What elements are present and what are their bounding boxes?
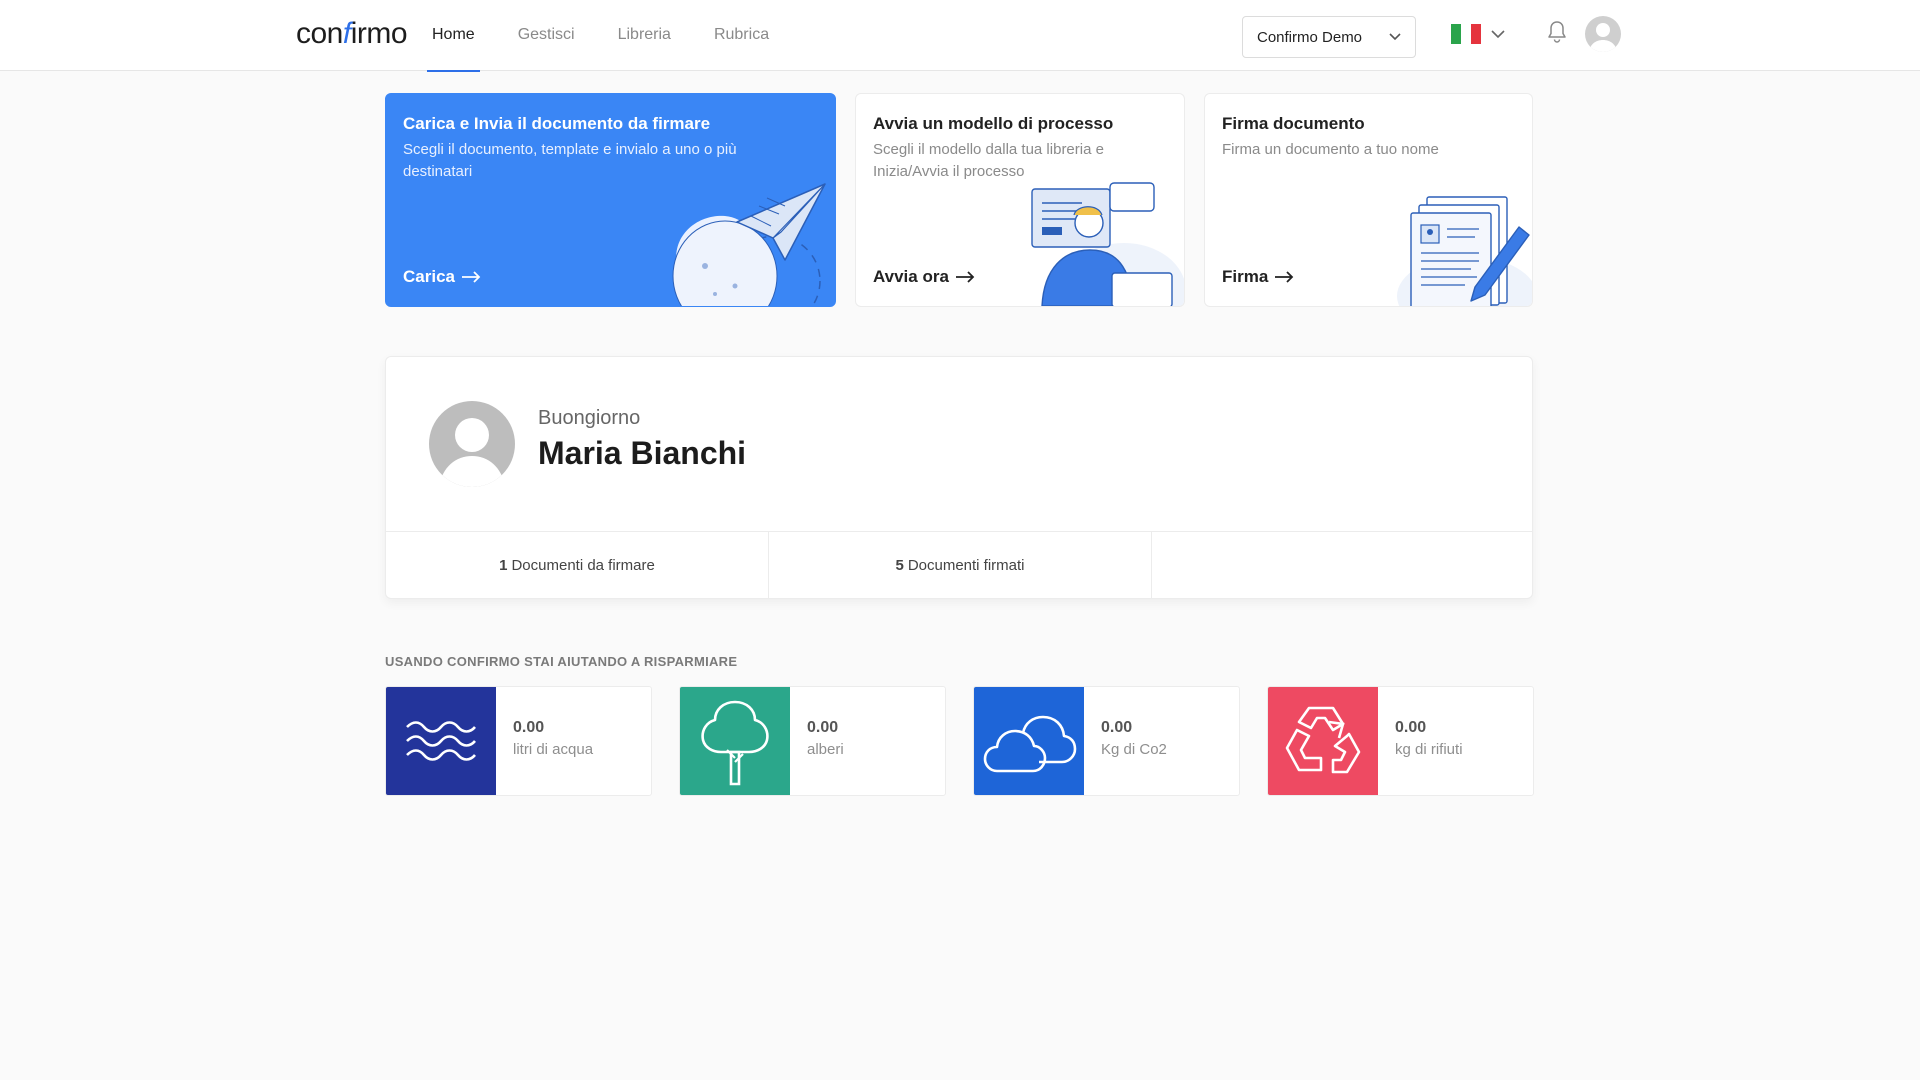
nav-home[interactable]: Home xyxy=(427,0,480,72)
italy-flag-icon xyxy=(1451,24,1481,44)
user-avatar xyxy=(429,401,515,487)
start-process-button[interactable]: Avvia ora xyxy=(873,267,975,287)
saving-value: 0.00 xyxy=(513,719,545,736)
documents-signed[interactable]: 5 Documenti firmati xyxy=(769,532,1152,599)
card-description: Scegli il modello dalla tua libreria e I… xyxy=(873,141,1104,180)
saving-label: Kg di Co2 xyxy=(1101,741,1167,758)
water-tile xyxy=(386,687,496,795)
cloud-icon xyxy=(983,715,1077,773)
card-title: Avvia un modello di processo xyxy=(873,114,1114,133)
recycle-icon xyxy=(1285,706,1361,774)
account-select-value: Confirmo Demo xyxy=(1257,28,1363,46)
paper-plane-illustration xyxy=(672,183,826,306)
card-description: Firma un documento a tuo nome xyxy=(1222,141,1439,158)
sign-button[interactable]: Firma xyxy=(1222,267,1294,287)
documents-to-sign[interactable]: 1 Documenti da firmare xyxy=(386,532,769,599)
nav-rubrica[interactable]: Rubrica xyxy=(709,0,774,71)
upload-button[interactable]: Carica xyxy=(403,267,481,287)
account-select[interactable]: Confirmo Demo xyxy=(1242,16,1416,58)
co2-saving-card: 0.00 Kg di Co2 xyxy=(973,686,1240,796)
person-laptop-illustration xyxy=(1031,182,1184,306)
chevron-down-icon xyxy=(1491,29,1505,38)
card-title: Carica e Invia il documento da firmare xyxy=(403,114,711,133)
tree-icon xyxy=(701,700,769,786)
arrow-right-icon xyxy=(1275,271,1294,283)
saving-label: litri di acqua xyxy=(513,741,594,758)
savings-heading: USANDO CONFIRMO STAI AIUTANDO A RISPARMI… xyxy=(385,654,738,669)
cloud-tile xyxy=(974,687,1084,795)
saving-value: 0.00 xyxy=(1395,719,1427,736)
sign-document-card[interactable]: Firma documento Firma un documento a tuo… xyxy=(1204,93,1533,307)
user-avatar[interactable] xyxy=(1585,16,1621,52)
greeting-panel: Buongiorno Maria Bianchi 1 Documenti da … xyxy=(385,356,1533,599)
user-silhouette-icon xyxy=(439,418,505,487)
nav-gestisci[interactable]: Gestisci xyxy=(513,0,580,71)
water-saving-card: 0.00 litri di acqua xyxy=(385,686,652,796)
tree-tile xyxy=(680,687,790,795)
saving-label: kg di rifiuti xyxy=(1395,741,1463,758)
bell-icon[interactable] xyxy=(1546,20,1568,44)
arrow-right-icon xyxy=(955,271,975,283)
user-name: Maria Bianchi xyxy=(538,435,747,471)
document-stats: 1 Documenti da firmare 5 Documenti firma… xyxy=(386,531,1532,599)
saving-value: 0.00 xyxy=(1101,719,1133,736)
document-pen-illustration xyxy=(1397,196,1532,306)
nav-libreria[interactable]: Libreria xyxy=(613,0,676,71)
user-silhouette-icon xyxy=(1589,23,1617,52)
saving-label: alberi xyxy=(807,741,844,758)
waste-saving-card: 0.00 kg di rifiuti xyxy=(1267,686,1534,796)
upload-card[interactable]: Carica e Invia il documento da firmare S… xyxy=(385,93,836,307)
language-select[interactable] xyxy=(1451,24,1505,44)
confirmo-logo[interactable]: con f irmo xyxy=(296,14,408,54)
tree-saving-card: 0.00 alberi xyxy=(679,686,946,796)
process-model-card[interactable]: Avvia un modello di processo Scegli il m… xyxy=(855,93,1185,307)
saving-value: 0.00 xyxy=(807,719,839,736)
top-navbar: con f irmo Home Gestisci Libreria Rubrica … xyxy=(0,0,1920,72)
card-title: Firma documento xyxy=(1222,114,1365,133)
recycle-tile xyxy=(1268,687,1378,795)
greeting-text: Buongiorno xyxy=(538,407,641,429)
main-nav: Home Gestisci Libreria Rubrica xyxy=(427,0,807,72)
chevron-down-icon xyxy=(1389,33,1401,41)
arrow-right-icon xyxy=(461,271,481,283)
water-waves-icon xyxy=(406,721,476,761)
